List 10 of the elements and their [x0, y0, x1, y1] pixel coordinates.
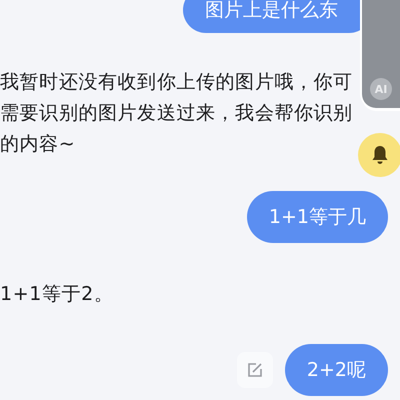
edit-icon: [246, 362, 263, 378]
reply-text-line: 1+1等于2。: [0, 282, 114, 307]
user-message-bubble: 1+1等于几: [246, 191, 388, 243]
reply-text-line: 需要识别的图片发送过来，我会帮你识别: [0, 101, 353, 126]
user-message-bubble: 2+2呢: [284, 344, 388, 396]
reply-text-line: 我暂时还没有收到你上传的图片哦，你可: [0, 70, 353, 95]
bell-icon: [371, 145, 389, 165]
reply-text-line: 的内容~: [0, 132, 76, 157]
edit-button[interactable]: [236, 352, 273, 388]
notification-button[interactable]: [358, 133, 400, 177]
